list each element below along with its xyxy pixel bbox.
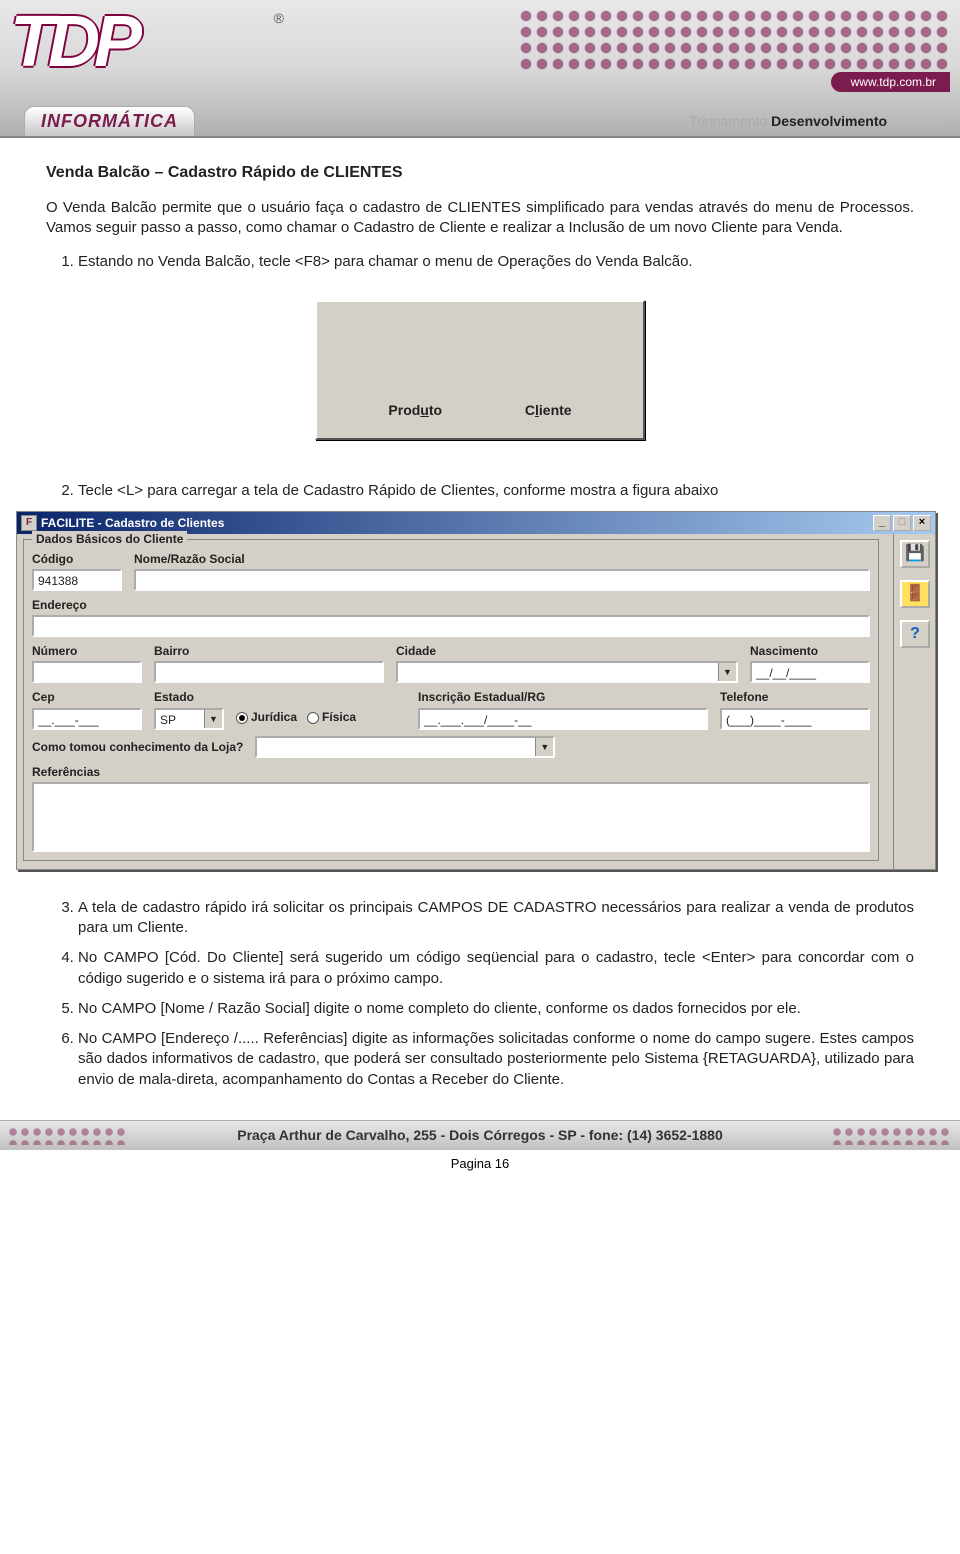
dados-basicos-fieldset: Dados Básicos do Cliente Código 941388 N…	[23, 538, 879, 861]
como-combo[interactable]: ▼	[255, 736, 555, 758]
label-bairro: Bairro	[154, 643, 384, 659]
step-3: A tela de cadastro rápido irá solicitar …	[78, 898, 914, 939]
radio-juridica[interactable]: Jurídica	[236, 709, 297, 725]
label-numero: Número	[32, 643, 142, 659]
estado-combo[interactable]: SP ▼	[154, 708, 224, 730]
endereco-input[interactable]	[32, 615, 870, 637]
steps-list-3: A tela de cadastro rápido irá solicitar …	[46, 898, 914, 1090]
header-decoration	[520, 10, 950, 70]
save-button[interactable]: 💾	[900, 540, 930, 568]
label-codigo: Código	[32, 551, 122, 567]
logo-text: TDP	[10, 6, 290, 73]
footer-address: Praça Arthur de Carvalho, 255 - Dois Cór…	[237, 1127, 723, 1143]
label-como: Como tomou conhecimento da Loja?	[32, 739, 243, 755]
header-bar: INFORMÁTICA Treinamento Desenvolvimento …	[0, 106, 960, 136]
header-tagline: Treinamento Desenvolvimento Produto	[689, 113, 940, 129]
door-icon: 🚪	[905, 583, 925, 605]
label-telefone: Telefone	[720, 689, 870, 705]
site-url: www.tdp.com.br	[831, 72, 950, 92]
label-referencias: Referências	[32, 764, 870, 780]
operations-dialog: Produto Cliente	[315, 300, 645, 440]
figure-1: Produto Cliente	[46, 300, 914, 446]
label-inscricao: Inscrição Estadual/RG	[418, 689, 708, 705]
label-cep: Cep	[32, 689, 142, 705]
document-content: Venda Balcão – Cadastro Rápido de CLIENT…	[0, 138, 960, 1110]
maximize-button: □	[893, 515, 911, 531]
label-nascimento: Nascimento	[750, 643, 870, 659]
tagline-3: Produto	[891, 113, 940, 129]
label-estado: Estado	[154, 689, 224, 705]
nome-input[interactable]	[134, 569, 870, 591]
steps-list-2: Tecle <L> para carregar a tela de Cadast…	[46, 481, 914, 501]
chevron-down-icon[interactable]: ▼	[535, 738, 553, 756]
intro-paragraph: O Venda Balcão permite que o usuário faç…	[46, 198, 914, 239]
cep-input[interactable]: __.___-___	[32, 708, 142, 730]
cadastro-clientes-window: F FACILITE - Cadastro de Clientes _ □ × …	[16, 511, 936, 870]
step-2: Tecle <L> para carregar a tela de Cadast…	[78, 481, 914, 501]
estado-value: SP	[156, 710, 204, 728]
registered-mark: ®	[274, 10, 284, 26]
footer-bar: Praça Arthur de Carvalho, 255 - Dois Cór…	[0, 1120, 960, 1150]
codigo-input[interactable]: 941388	[32, 569, 122, 591]
step-6: No CAMPO [Endereço /..... Referências] d…	[78, 1029, 914, 1090]
numero-input[interactable]	[32, 661, 142, 683]
tagline-1: Treinamento	[689, 113, 767, 129]
step-4: No CAMPO [Cód. Do Cliente] será sugerido…	[78, 948, 914, 989]
figure-2: F FACILITE - Cadastro de Clientes _ □ × …	[16, 511, 944, 870]
help-button[interactable]: ?	[900, 620, 930, 648]
toolbar: 💾 🚪 ?	[893, 534, 935, 869]
help-icon: ?	[910, 623, 920, 645]
informatica-label: INFORMÁTICA	[24, 106, 195, 136]
referencias-textarea[interactable]	[32, 782, 870, 852]
label-cidade: Cidade	[396, 643, 738, 659]
inscricao-input[interactable]: __.___.___/____-__	[418, 708, 708, 730]
cliente-button[interactable]: Cliente	[525, 401, 572, 420]
save-icon: 💾	[905, 543, 925, 565]
exit-button[interactable]: 🚪	[900, 580, 930, 608]
radio-fisica[interactable]: Física	[307, 709, 356, 725]
minimize-button[interactable]: _	[873, 515, 891, 531]
tagline-2: Desenvolvimento	[771, 113, 887, 129]
label-endereco: Endereço	[32, 597, 870, 613]
steps-list: Estando no Venda Balcão, tecle <F8> para…	[46, 252, 914, 272]
page-header: TDP ® www.tdp.com.br INFORMÁTICA Treinam…	[0, 0, 960, 138]
step-1: Estando no Venda Balcão, tecle <F8> para…	[78, 252, 914, 272]
page-number: Pagina 16	[0, 1156, 960, 1171]
cidade-combo[interactable]: ▼	[396, 661, 738, 683]
close-button[interactable]: ×	[913, 515, 931, 531]
window-title: FACILITE - Cadastro de Clientes	[41, 515, 224, 531]
step-5: No CAMPO [Nome / Razão Social] digite o …	[78, 999, 914, 1019]
bairro-input[interactable]	[154, 661, 384, 683]
doc-title: Venda Balcão – Cadastro Rápido de CLIENT…	[46, 162, 914, 184]
logo: TDP ®	[10, 6, 290, 106]
chevron-down-icon[interactable]: ▼	[718, 663, 736, 681]
window-icon: F	[21, 515, 37, 531]
telefone-input[interactable]: (___)____-____	[720, 708, 870, 730]
footer-decoration-right	[832, 1127, 952, 1145]
footer-decoration-left	[8, 1127, 128, 1145]
chevron-down-icon[interactable]: ▼	[204, 710, 222, 728]
produto-button[interactable]: Produto	[388, 401, 442, 420]
page-footer: Praça Arthur de Carvalho, 255 - Dois Cór…	[0, 1120, 960, 1171]
fieldset-legend: Dados Básicos do Cliente	[32, 531, 187, 547]
label-nome: Nome/Razão Social	[134, 551, 870, 567]
nascimento-input[interactable]: __/__/____	[750, 661, 870, 683]
